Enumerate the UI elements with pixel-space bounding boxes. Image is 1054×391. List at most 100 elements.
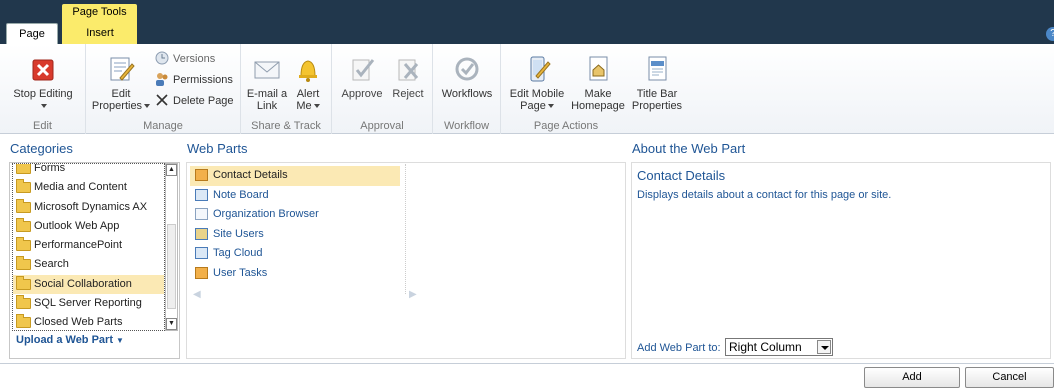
web-parts-list[interactable]: Contact Details Note Board Organization … [190,166,400,283]
web-part-label: Site Users [213,227,264,240]
title-bar-properties-button[interactable]: Title Bar Properties [629,48,685,112]
home-page-icon [589,56,608,81]
cancel-button[interactable]: Cancel [965,367,1054,388]
upload-web-part-link[interactable]: Upload a Web Part ▼ [16,334,124,346]
tab-page[interactable]: Page [6,23,58,44]
web-parts-heading: Web Parts [187,141,248,156]
add-web-part-to-label: Add Web Part to: [637,342,721,354]
alert-me-button[interactable]: Alert Me [289,48,327,112]
folder-icon [16,198,31,213]
scroll-thumb[interactable] [167,224,176,309]
about-heading: About the Web Part [632,141,746,156]
category-forms[interactable]: Forms [13,164,164,178]
reject-button[interactable]: Reject [388,48,428,100]
reject-label: Reject [392,88,424,100]
envelope-icon [254,61,280,79]
category-closed-web-parts[interactable]: Closed Web Parts [13,313,164,330]
add-web-part-to-select[interactable]: Right Column [725,338,833,356]
folder-icon [16,217,31,232]
email-label-1: E-mail a [246,88,288,100]
edit-group-label: Edit [33,120,52,132]
ribbon-group-share-track: E-mail a Link Alert Me Share & Track [241,44,332,134]
email-link-button[interactable]: E-mail a Link [245,48,289,112]
category-label: Microsoft Dynamics AX [34,200,148,213]
email-label-2: Link [256,100,278,112]
permissions-button[interactable]: Permissions [154,71,233,89]
title-bar-properties-icon [648,56,667,81]
web-part-label: Tag Cloud [213,247,263,259]
approve-button[interactable]: Approve [338,48,386,100]
web-part-tag-cloud[interactable]: Tag Cloud [190,244,400,264]
folder-icon [16,256,31,271]
note-board-icon [195,188,208,201]
title-bar-label-1: Title Bar [636,88,678,100]
bell-icon [299,60,317,82]
edit-properties-label-1: Edit [111,88,131,100]
web-part-label: User Tasks [213,266,268,279]
folder-icon [16,275,31,290]
category-sql-server-reporting[interactable]: SQL Server Reporting [13,294,164,313]
approve-label: Approve [341,88,383,100]
edit-properties-icon [110,57,135,81]
ribbon-group-edit: Stop Editing Edit [0,44,86,134]
contact-card-icon [195,169,208,181]
footer-divider [0,363,1054,364]
categories-scrollbar[interactable]: ▲ ▼ [165,163,178,331]
approve-icon [352,59,375,81]
tab-insert[interactable]: Insert [66,23,134,44]
folder-icon [16,314,31,329]
about-web-part-title: Contact Details [637,168,726,183]
org-browser-icon [195,208,208,220]
folder-icon [16,164,31,174]
about-web-part-description: Displays details about a contact for thi… [637,189,892,201]
web-part-user-tasks[interactable]: User Tasks [190,264,400,284]
category-outlook-web-app[interactable]: Outlook Web App [13,217,164,236]
mobile-page-icon [530,56,551,82]
ribbon-group-approval: Approve Reject Approval [332,44,433,134]
scroll-up-icon[interactable]: ▲ [166,164,177,176]
tag-cloud-icon [195,247,208,259]
make-homepage-button[interactable]: Make Homepage [567,48,629,112]
edit-properties-label-2: Properties [91,100,143,112]
title-bar-label-2: Properties [631,100,683,112]
category-microsoft-dynamics-ax[interactable]: Microsoft Dynamics AX [13,198,164,217]
categories-list[interactable]: Forms Media and Content Microsoft Dynami… [12,163,165,331]
edit-mobile-label-1: Edit Mobile [509,88,565,100]
edit-properties-button[interactable]: Edit Properties [90,48,152,112]
chevron-down-icon [313,104,320,108]
user-tasks-icon [195,266,208,279]
edit-mobile-page-button[interactable]: Edit Mobile Page [505,48,569,112]
delete-page-button[interactable]: Delete Page [154,92,234,110]
category-label: Outlook Web App [34,219,120,232]
approval-group-label: Approval [360,120,404,132]
scroll-down-icon[interactable]: ▼ [166,318,177,330]
category-search[interactable]: Search [13,255,164,274]
web-part-site-users[interactable]: Site Users [190,225,400,245]
category-media-and-content[interactable]: Media and Content [13,178,164,197]
folder-icon [16,179,31,194]
dropdown-arrow-icon[interactable] [817,340,831,354]
stop-editing-button[interactable]: Stop Editing [4,48,82,112]
category-performancepoint[interactable]: PerformancePoint [13,236,164,255]
web-part-contact-details[interactable]: Contact Details [190,166,400,186]
ribbon-group-manage: Edit Properties Versions Permissions Del… [86,44,241,134]
delete-page-label: Delete Page [173,95,234,107]
web-part-note-board[interactable]: Note Board [190,186,400,206]
share-track-group-label: Share & Track [251,120,321,132]
site-users-icon [195,227,208,240]
versions-button[interactable]: Versions [154,50,215,68]
previous-page-icon[interactable]: ◀ [193,289,201,300]
folder-icon [16,295,31,310]
web-parts-divider [405,164,406,294]
web-part-organization-browser[interactable]: Organization Browser [190,205,400,225]
category-label: Social Collaboration [34,277,132,290]
edit-mobile-label-2: Page [520,100,546,112]
add-button[interactable]: Add [864,367,960,388]
workflows-button[interactable]: Workflows [437,48,497,100]
category-label: Closed Web Parts [34,316,123,329]
reject-icon [398,59,419,81]
category-label: Search [34,258,69,271]
help-icon[interactable]: ? [1046,27,1054,41]
category-social-collaboration[interactable]: Social Collaboration [13,274,164,295]
next-page-icon[interactable]: ▶ [409,289,417,300]
